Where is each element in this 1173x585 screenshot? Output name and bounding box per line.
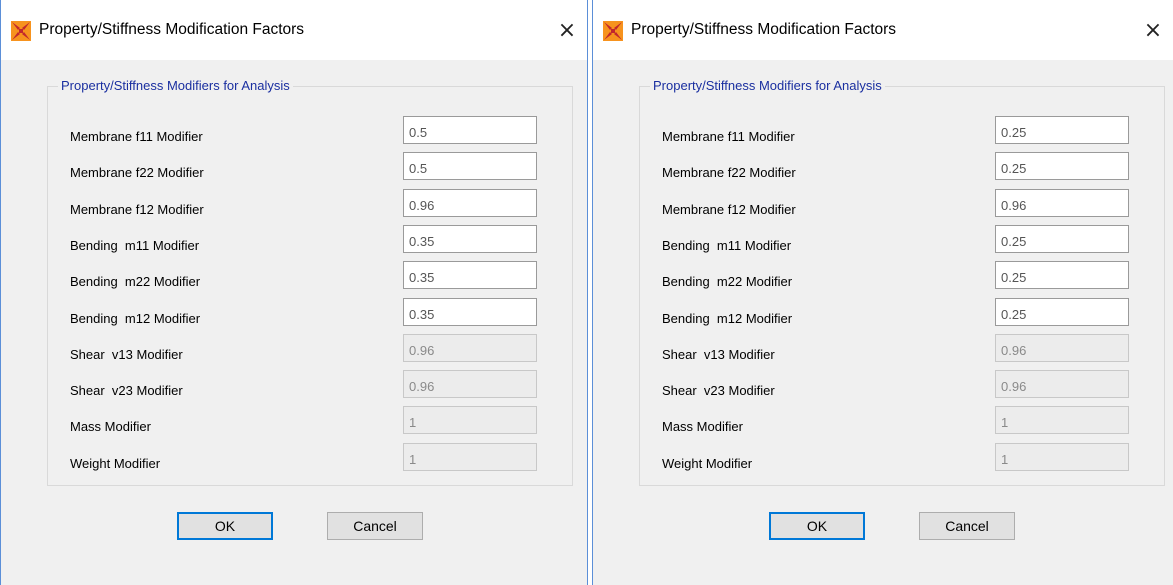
dialog-body: Property/Stiffness Modifiers for Analysi…: [1, 60, 587, 585]
dialog-body: Property/Stiffness Modifiers for Analysi…: [593, 60, 1173, 585]
modifier-label: Shear v13 Modifier: [70, 346, 183, 362]
modifier-label: Weight Modifier: [662, 455, 753, 471]
modifier-label: Bending m12 Modifier: [70, 310, 201, 326]
modifier-value-field: [403, 370, 537, 399]
modifier-label: Weight Modifier: [70, 455, 161, 471]
ok-button[interactable]: OK: [177, 512, 273, 540]
modifier-value-field[interactable]: [403, 261, 537, 290]
modifier-value-field[interactable]: [403, 224, 537, 253]
modifier-value-field[interactable]: [403, 116, 537, 144]
modifier-label: Bending m12 Modifier: [662, 310, 793, 326]
modifier-value-field: [403, 406, 537, 435]
cancel-button[interactable]: Cancel: [919, 512, 1015, 540]
modifier-label: Membrane f11 Modifier: [70, 129, 203, 144]
modifier-value-field[interactable]: [995, 116, 1129, 144]
title-bar[interactable]: Property/Stiffness Modification Factors …: [593, 0, 1173, 60]
modifier-value-field: [403, 442, 537, 471]
modification-factors-dialog-left: Property/Stiffness Modification Factors …: [0, 0, 588, 585]
groupbox-title: Property/Stiffness Modifiers for Analysi…: [650, 78, 885, 93]
modifier-label: Bending m11 Modifier: [70, 237, 200, 253]
close-icon[interactable]: ×: [553, 17, 581, 45]
modifier-value-field: [995, 442, 1129, 471]
modifier-value-field[interactable]: [403, 188, 537, 217]
modifier-label: Bending m22 Modifier: [662, 274, 793, 290]
modifier-value-field[interactable]: [995, 188, 1129, 217]
modifier-label: Membrane f22 Modifier: [70, 165, 204, 181]
modifier-value-field[interactable]: [995, 297, 1129, 326]
ok-button[interactable]: OK: [769, 512, 865, 540]
modifier-label: Membrane f12 Modifier: [70, 201, 204, 217]
modifier-value-field[interactable]: [403, 152, 537, 181]
modifier-value-field[interactable]: [995, 224, 1129, 253]
modifier-label: Bending m22 Modifier: [70, 274, 201, 290]
modifier-value-field[interactable]: [403, 297, 537, 326]
modifier-value-field: [995, 406, 1129, 435]
modifier-value-field: [995, 333, 1129, 362]
modifier-value-field: [995, 370, 1129, 399]
modifier-label: Membrane f22 Modifier: [662, 165, 796, 181]
dialog-title: Property/Stiffness Modification Factors: [39, 21, 305, 38]
groupbox-title: Property/Stiffness Modifiers for Analysi…: [58, 78, 293, 93]
modifier-value-field[interactable]: [995, 261, 1129, 290]
cancel-button[interactable]: Cancel: [327, 512, 423, 540]
modifier-label: Mass Modifier: [70, 419, 151, 435]
modifier-label: Mass Modifier: [662, 419, 743, 435]
modifier-label: Shear v13 Modifier: [662, 346, 775, 362]
app-icon: [11, 21, 31, 41]
modifiers-groupbox: Property/Stiffness Modifiers for Analysi…: [639, 78, 1165, 486]
modifier-label: Shear v23 Modifier: [662, 383, 775, 399]
modifier-label: Shear v23 Modifier: [70, 383, 183, 399]
modifier-value-field[interactable]: [995, 152, 1129, 181]
modifier-value-field: [403, 333, 537, 362]
modification-factors-dialog-right: Property/Stiffness Modification Factors …: [592, 0, 1173, 585]
modifiers-groupbox: Property/Stiffness Modifiers for Analysi…: [47, 78, 573, 486]
dialog-title: Property/Stiffness Modification Factors: [631, 21, 897, 38]
modifier-label: Membrane f12 Modifier: [662, 201, 796, 217]
modifier-label: Membrane f11 Modifier: [662, 129, 795, 144]
title-bar[interactable]: Property/Stiffness Modification Factors …: [1, 0, 587, 60]
modifier-label: Bending m11 Modifier: [662, 237, 792, 253]
app-icon: [603, 21, 623, 41]
close-icon[interactable]: ×: [1139, 17, 1167, 45]
